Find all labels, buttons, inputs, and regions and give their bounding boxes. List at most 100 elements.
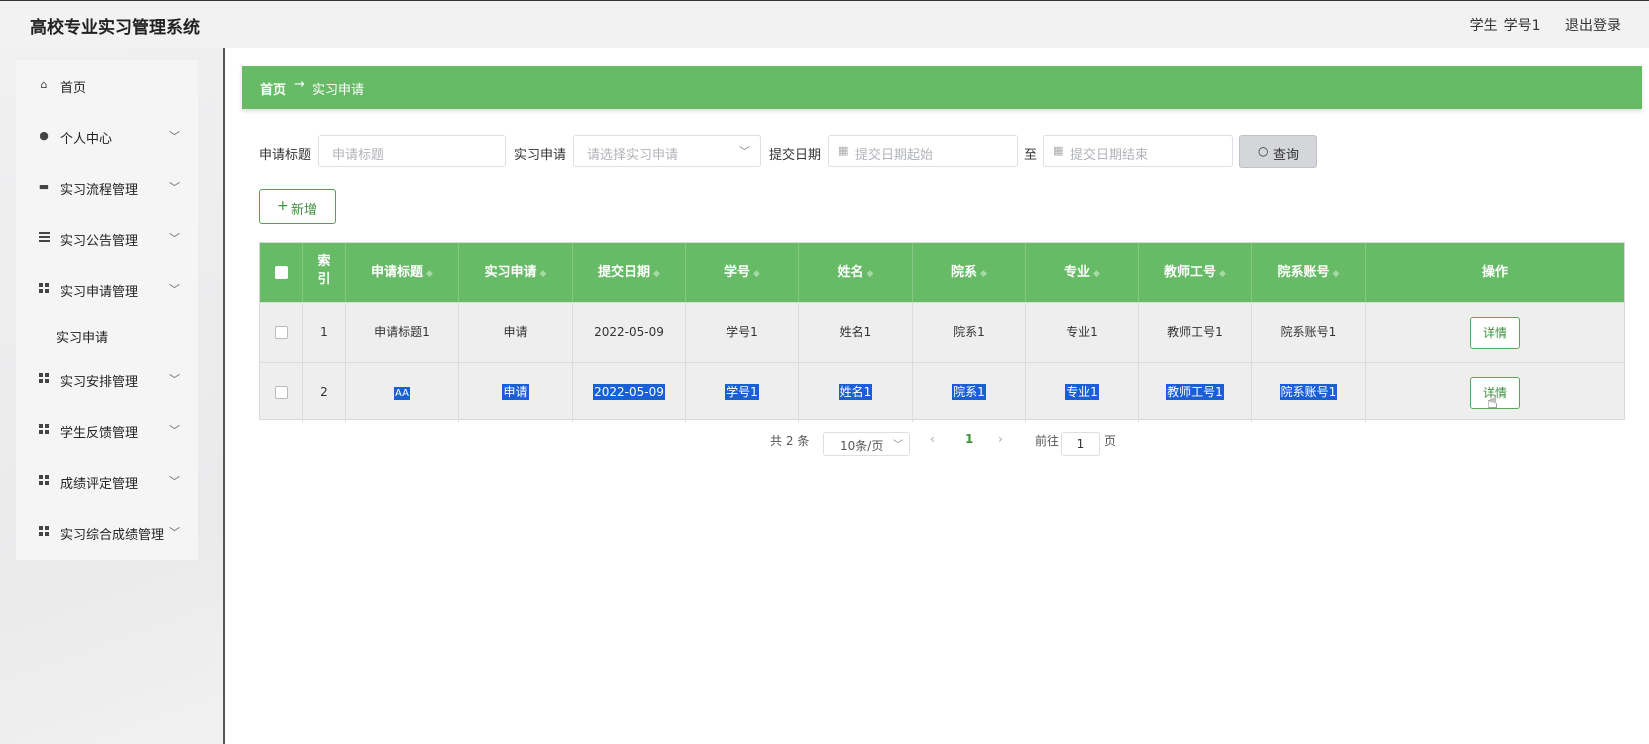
sort-icon[interactable]: ◆ [980, 269, 987, 279]
title-input[interactable]: 申请标题 [318, 135, 506, 167]
apply-label: 实习申请 [514, 148, 567, 163]
detail-button[interactable]: 详情 [1470, 316, 1520, 349]
apply-select[interactable]: 请选择实习申请 ﹀ [573, 135, 761, 167]
sort-icon[interactable]: ◆ [753, 269, 760, 279]
chevron-down-icon: ﹀ [169, 232, 180, 245]
cell-dept-account: 院系账号1 [1252, 303, 1366, 362]
header-index-line1: 索 [317, 254, 331, 269]
grid-icon [38, 283, 50, 295]
sort-icon[interactable]: ◆ [653, 269, 660, 279]
sidebar-item-overall-score[interactable]: 实习综合成绩管理 ﹀ [16, 513, 198, 553]
header-action: 操作 [1366, 243, 1624, 302]
header-teacher-no[interactable]: 教师工号 ◆ [1139, 243, 1252, 302]
chevron-down-icon: ﹀ [169, 130, 180, 143]
cell-dept: 院系1 [913, 363, 1026, 422]
header-dept-account[interactable]: 院系账号 ◆ [1252, 243, 1366, 302]
header-name[interactable]: 姓名 ◆ [799, 243, 913, 302]
detail-button[interactable]: 详情 ☝ [1470, 376, 1520, 413]
sort-icon[interactable]: ◆ [867, 269, 874, 279]
cell-name: 姓名1 [799, 363, 913, 422]
header-student-no[interactable]: 学号 ◆ [686, 243, 799, 302]
goto-suffix: 页 [1104, 434, 1117, 448]
query-button-label: 查询 [1273, 148, 1300, 163]
header-major[interactable]: 专业 ◆ [1026, 243, 1139, 302]
sidebar-item-personal-center[interactable]: ● 个人中心 ﹀ [16, 117, 198, 157]
header-apply[interactable]: 实习申请 ◆ [459, 243, 573, 302]
sidebar-item-feedback[interactable]: 学生反馈管理 ﹀ [16, 411, 198, 451]
row-select[interactable] [260, 363, 303, 422]
apply-select-placeholder: 请选择实习申请 [587, 148, 679, 163]
cell-teacher-no: 教师工号1 [1139, 363, 1252, 422]
cell-apply: 申请 [459, 303, 573, 362]
arrow-right-icon: → [294, 77, 305, 92]
header-date[interactable]: 提交日期 ◆ [573, 243, 686, 302]
sidebar-item-home[interactable]: ⌂ 首页 [16, 66, 198, 106]
date-range-separator: 至 [1024, 148, 1038, 163]
page-size-select[interactable]: 10条/页 ﹀ [823, 432, 910, 456]
cell-name: 姓名1 [799, 303, 913, 362]
cell-date: 2022-05-09 [573, 363, 686, 422]
grid-icon [38, 373, 50, 385]
header-index-line2: 引 [317, 272, 331, 287]
chevron-down-icon: ﹀ [169, 181, 180, 194]
pagination-total: 共 2 条 [770, 434, 810, 448]
user-area: 学生 学号1 退出登录 [1450, 15, 1621, 35]
prev-page-icon[interactable]: ‹ [930, 432, 935, 446]
chevron-down-icon: ﹀ [739, 145, 750, 158]
add-button[interactable]: + 新增 [259, 189, 336, 224]
logout-link[interactable]: 退出登录 [1565, 18, 1621, 34]
sidebar-item-label: 实习公告管理 [60, 234, 139, 249]
cell-student-no: 学号1 [686, 303, 799, 362]
sidebar-item-label: 实习综合成绩管理 [60, 528, 165, 543]
title-input-placeholder: 申请标题 [332, 148, 385, 163]
sidebar-menu: ⌂ 首页 ● 个人中心 ﹀ ▬ 实习流程管理 ﹀ 实习公告管理 ﹀ 实习申请管理… [16, 60, 198, 560]
selected-text: 2022-05-09 [593, 384, 665, 400]
sort-icon[interactable]: ◆ [426, 269, 433, 279]
breadcrumb: 首页 → 实习申请 [242, 66, 1642, 109]
sidebar-item-application[interactable]: 实习申请管理 ﹀ [16, 270, 198, 310]
next-page-icon[interactable]: › [998, 432, 1003, 446]
date-start-input[interactable]: ▦ 提交日期起始 [828, 135, 1018, 167]
breadcrumb-home[interactable]: 首页 [260, 79, 286, 98]
sidebar-subitem-application[interactable]: 实习申请 [56, 327, 108, 346]
sidebar-item-arrangement[interactable]: 实习安排管理 ﹀ [16, 360, 198, 400]
sidebar-item-process[interactable]: ▬ 实习流程管理 ﹀ [16, 168, 198, 208]
title-label: 申请标题 [259, 148, 312, 163]
sort-icon[interactable]: ◆ [1093, 269, 1100, 279]
goto-page-input[interactable]: 1 [1061, 432, 1100, 456]
select-all-checkbox[interactable] [274, 266, 288, 279]
sidebar-item-label: 实习申请管理 [60, 285, 139, 300]
briefcase-icon: ▬ [38, 180, 50, 193]
header-label: 院系账号 [1277, 265, 1330, 280]
sidebar-item-notice[interactable]: 实习公告管理 ﹀ [16, 219, 198, 259]
app-title: 高校专业实习管理系统 [30, 18, 200, 38]
sidebar-item-label: 个人中心 [60, 132, 113, 147]
cell-title: AA [346, 363, 459, 422]
sort-icon[interactable]: ◆ [540, 269, 547, 279]
user-name: 学号1 [1503, 18, 1541, 34]
sort-icon[interactable]: ◆ [1219, 269, 1226, 279]
hand-cursor-icon: ☝ [1487, 391, 1498, 413]
sort-icon[interactable]: ◆ [1333, 269, 1340, 279]
sidebar-item-grading[interactable]: 成绩评定管理 ﹀ [16, 462, 198, 502]
row-checkbox[interactable] [274, 386, 288, 399]
header-select-all[interactable] [260, 243, 303, 302]
row-checkbox[interactable] [274, 326, 288, 339]
cell-major: 专业1 [1026, 303, 1139, 362]
row-select[interactable] [260, 303, 303, 362]
date-end-placeholder: 提交日期结束 [1070, 148, 1149, 163]
grid-icon [38, 424, 50, 436]
page-number[interactable]: 1 [965, 432, 973, 446]
header-title[interactable]: 申请标题 ◆ [346, 243, 459, 302]
date-label: 提交日期 [769, 148, 822, 163]
header-label: 姓名 [837, 265, 864, 280]
breadcrumb-current: 实习申请 [312, 83, 365, 98]
chevron-down-icon: ﹀ [169, 475, 180, 488]
chevron-down-icon: ﹀ [169, 283, 180, 296]
date-end-input[interactable]: ▦ 提交日期结束 [1043, 135, 1233, 167]
selected-text: 申请 [502, 384, 529, 400]
cell-action: 详情 ☝ [1366, 363, 1624, 422]
cell-apply: 申请 [459, 363, 573, 422]
header-dept[interactable]: 院系 ◆ [913, 243, 1026, 302]
query-button[interactable]: ○ 查询 [1239, 135, 1317, 168]
